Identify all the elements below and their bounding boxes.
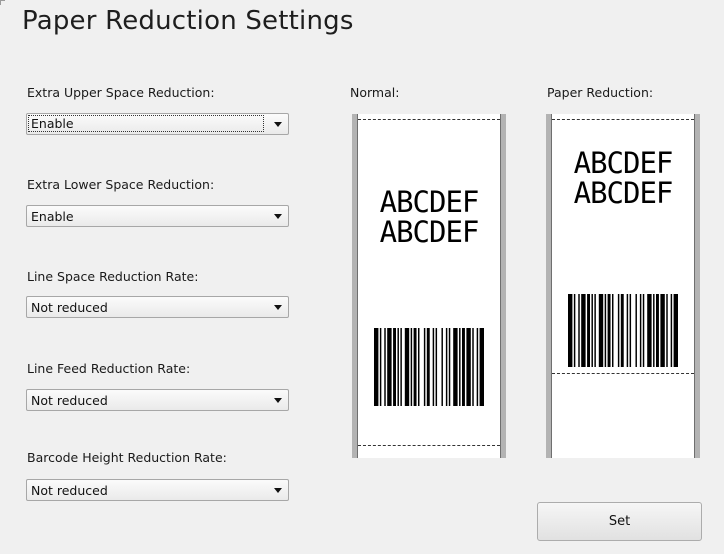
barcode-bar <box>397 328 399 406</box>
barcode-bar <box>568 294 573 367</box>
sample-text-line: ABCDEF <box>573 146 674 180</box>
sample-text-line: ABCDEF <box>379 185 480 219</box>
barcode-bar <box>573 294 576 367</box>
extra-lower-space-label: Extra Lower Space Reduction: <box>27 177 215 192</box>
barcode-bar <box>393 328 396 406</box>
barcode-bar <box>418 328 420 406</box>
chevron-down-icon <box>274 214 282 219</box>
top-cut-line <box>552 119 694 120</box>
barcode-bar <box>404 328 410 406</box>
sample-text-line: ABCDEF <box>379 215 480 249</box>
barcode-bar <box>620 294 624 367</box>
chevron-down-icon <box>274 488 282 493</box>
barcode-bar <box>612 294 614 367</box>
barcode-height-reduction-dropdown[interactable]: Not reduced <box>26 479 289 501</box>
barcode-bar <box>617 294 620 367</box>
paper-edge-right <box>500 114 501 458</box>
barcode-bar <box>604 294 607 367</box>
chevron-down-icon <box>274 122 282 127</box>
barcode-bar <box>666 294 668 367</box>
top-cut-line <box>358 119 500 120</box>
barcode-bar <box>374 328 379 406</box>
barcode-bar <box>642 294 645 367</box>
chevron-down-icon <box>274 305 282 310</box>
barcode-bar <box>459 328 461 406</box>
barcode-bar <box>629 294 632 367</box>
barcode-bar <box>479 328 484 406</box>
barcode-bar <box>384 328 386 406</box>
bottom-cut-line <box>358 445 500 446</box>
barcode-bar <box>448 328 451 406</box>
barcode-bar <box>639 294 642 367</box>
window-corner-mark <box>0 0 5 5</box>
barcode-bar <box>594 294 596 367</box>
barcode-bar <box>453 328 458 406</box>
barcode-bar <box>673 294 678 367</box>
barcode-height-reduction-label: Barcode Height Reduction Rate: <box>27 450 227 465</box>
bottom-cut-line <box>552 373 694 374</box>
barcode-bar <box>462 328 465 406</box>
reduced-preview-label: Paper Reduction: <box>547 85 654 100</box>
barcode-bar <box>426 328 430 406</box>
barcode-bar <box>647 294 652 367</box>
barcode-bar <box>410 328 413 406</box>
line-space-reduction-value: Not reduced <box>31 300 108 315</box>
barcode-bar <box>607 294 611 367</box>
barcode-bar <box>626 294 629 367</box>
reduced-paper-preview: ABCDEF ABCDEF <box>546 114 700 458</box>
paper-edge-left <box>357 114 358 458</box>
page-title: Paper Reduction Settings <box>22 6 354 36</box>
barcode-bar <box>476 328 479 406</box>
extra-lower-space-value: Enable <box>31 209 74 224</box>
barcode-bar <box>432 328 435 406</box>
barcode-bar <box>379 328 382 406</box>
barcode-bar <box>587 294 590 367</box>
barcode-bar <box>445 328 448 406</box>
line-space-reduction-label: Line Space Reduction Rate: <box>27 269 199 284</box>
barcode-bar <box>466 328 471 406</box>
normal-paper-preview: ABCDEF ABCDEF <box>352 114 506 458</box>
barcode-bar <box>660 294 665 367</box>
barcode-bar <box>656 294 659 367</box>
barcode-bar <box>635 294 637 367</box>
barcode-bar <box>413 328 417 406</box>
barcode-bar <box>435 328 438 406</box>
chevron-down-icon <box>274 398 282 403</box>
barcode-bar <box>472 328 474 406</box>
set-button[interactable]: Set <box>537 502 702 541</box>
barcode-bar <box>598 294 604 367</box>
barcode-image <box>374 328 484 406</box>
barcode-height-reduction-value: Not reduced <box>31 483 108 498</box>
line-feed-reduction-label: Line Feed Reduction Rate: <box>27 361 191 376</box>
barcode-bar <box>653 294 655 367</box>
extra-upper-space-value: Enable <box>28 115 264 132</box>
sample-text-line: ABCDEF <box>573 176 674 210</box>
barcode-bar <box>387 328 392 406</box>
normal-preview-label: Normal: <box>350 85 400 100</box>
line-feed-reduction-dropdown[interactable]: Not reduced <box>26 389 289 411</box>
barcode-bar <box>578 294 580 367</box>
barcode-bar <box>441 328 443 406</box>
barcode-bar <box>591 294 593 367</box>
barcode-bar <box>670 294 673 367</box>
extra-upper-space-dropdown[interactable]: Enable <box>26 113 289 135</box>
barcode-bar <box>423 328 426 406</box>
extra-upper-space-label: Extra Upper Space Reduction: <box>27 85 215 100</box>
barcode-image <box>568 294 678 367</box>
line-feed-reduction-value: Not reduced <box>31 393 108 408</box>
barcode-bar <box>581 294 586 367</box>
extra-lower-space-dropdown[interactable]: Enable <box>26 205 289 227</box>
barcode-bar <box>400 328 402 406</box>
line-space-reduction-dropdown[interactable]: Not reduced <box>26 296 289 318</box>
